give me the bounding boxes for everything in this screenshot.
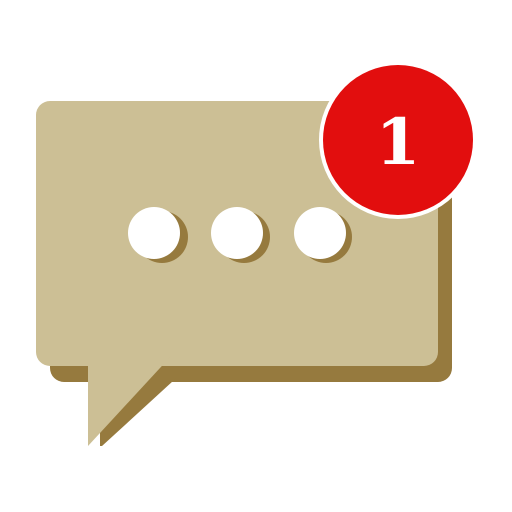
typing-dot-1 [128, 207, 180, 259]
typing-dot-2 [211, 207, 263, 259]
notification-count: 1 [376, 105, 421, 180]
app-icon-canvas: 1 [0, 0, 512, 512]
notification-badge: 1 [319, 61, 477, 219]
chat-bubble-notification-icon[interactable]: 1 [0, 0, 512, 512]
typing-dots-icon [128, 207, 346, 259]
typing-dot-3 [294, 207, 346, 259]
